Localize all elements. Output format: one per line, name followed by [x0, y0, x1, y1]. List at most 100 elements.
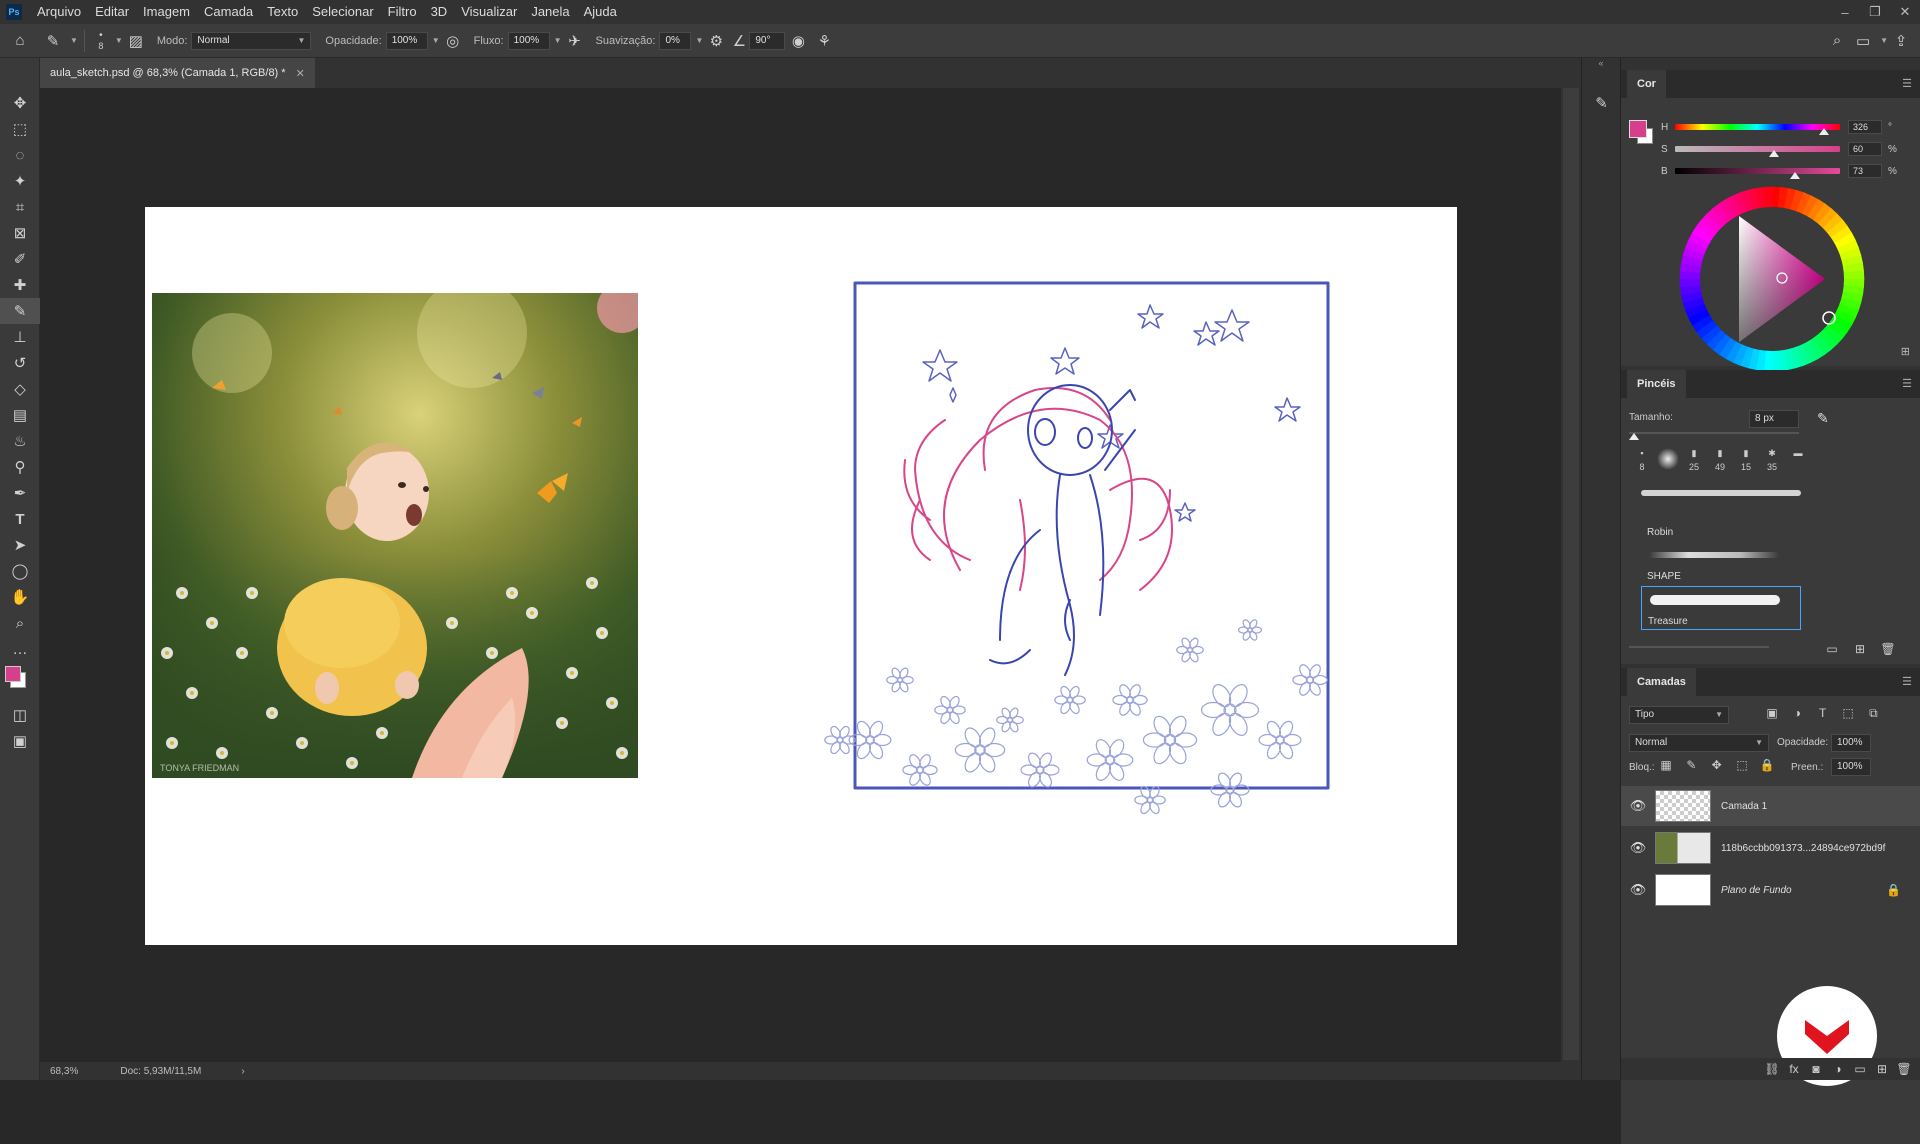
brush-tip[interactable]: ▬ — [1785, 448, 1811, 488]
gear-icon[interactable]: ⚙ — [703, 28, 729, 54]
magic-wand-tool-icon[interactable]: ✦ — [0, 168, 40, 194]
menu-janela[interactable]: Janela — [524, 0, 576, 24]
visibility-eye-icon[interactable]: 👁 — [1621, 840, 1655, 856]
angle-field[interactable]: 90° — [749, 31, 786, 50]
link-layers-icon[interactable]: ⛓ — [1761, 1062, 1783, 1076]
brush-tip[interactable]: ▮ 25 — [1681, 448, 1707, 488]
restore-button[interactable]: ❐ — [1860, 0, 1890, 24]
smoothing-field[interactable]: 0% — [659, 31, 692, 50]
menu-arquivo[interactable]: Arquivo — [30, 0, 88, 24]
chevron-down-icon[interactable]: ▼ — [115, 36, 123, 45]
mode-select[interactable]: Normal ▼ — [191, 31, 312, 50]
brush-list-scrollbar[interactable] — [1908, 488, 1916, 618]
new-brush-icon[interactable]: ✎ — [1817, 410, 1829, 427]
stamp-tool-icon[interactable]: ⊥ — [0, 324, 40, 350]
close-button[interactable]: ✕ — [1890, 0, 1920, 24]
layer-style-icon[interactable]: fx — [1783, 1062, 1805, 1076]
slider-thumb[interactable] — [1629, 433, 1639, 440]
brush-tool-icon[interactable]: ✎ — [0, 298, 40, 324]
color-panel-tab[interactable]: Cor — [1627, 70, 1666, 98]
workspace-icon[interactable]: ▭ — [1850, 28, 1876, 54]
layers-panel-tab[interactable]: Camadas — [1627, 668, 1696, 696]
brush-tip[interactable]: ▮ 15 — [1733, 448, 1759, 488]
home-icon[interactable]: ⌂ — [0, 28, 40, 54]
expand-icon[interactable]: ⊞ — [1901, 345, 1910, 358]
saturation-value[interactable]: 60 — [1848, 142, 1882, 156]
group-icon[interactable]: ▭ — [1849, 1062, 1871, 1076]
brush-size-picker[interactable]: • 8 — [91, 30, 111, 51]
lock-artboard-icon[interactable]: ⬚ — [1731, 758, 1753, 772]
screen-mode-icon[interactable]: ▣ — [0, 728, 40, 754]
gradient-tool-icon[interactable]: ▤ — [0, 402, 40, 428]
lock-all-icon[interactable]: 🔒 — [1756, 758, 1778, 772]
shape-filter-icon[interactable]: ⬚ — [1837, 706, 1859, 720]
menu-selecionar[interactable]: Selecionar — [305, 0, 380, 24]
foreground-color-swatch[interactable] — [1629, 120, 1647, 138]
color-wheel[interactable] — [1679, 186, 1865, 372]
lasso-tool-icon[interactable]: ◌ — [0, 142, 40, 168]
status-menu-arrow[interactable]: › — [241, 1066, 244, 1077]
menu-editar[interactable]: Editar — [88, 0, 136, 24]
share-icon[interactable]: ⇪ — [1888, 28, 1914, 54]
add-mask-icon[interactable]: ◙ — [1805, 1062, 1827, 1076]
ellipse-tool-icon[interactable]: ◯ — [0, 558, 40, 584]
panel-menu-icon[interactable]: ☰ — [1902, 77, 1912, 90]
panel-menu-icon[interactable]: ☰ — [1902, 377, 1912, 390]
opacity-field[interactable]: 100% — [385, 31, 428, 50]
symmetry-icon[interactable]: ⚘ — [811, 28, 837, 54]
hue-slider[interactable] — [1675, 124, 1840, 135]
blur-tool-icon[interactable]: ♨ — [0, 428, 40, 454]
pen-tool-icon[interactable]: ✒ — [0, 480, 40, 506]
chevron-down-icon[interactable]: ▼ — [70, 36, 78, 45]
zoom-level[interactable]: 68,3% — [50, 1066, 78, 1077]
layer-filter-select[interactable]: Tipo ▼ — [1629, 706, 1729, 724]
brush-tip-soft[interactable] — [1655, 448, 1681, 488]
visibility-eye-icon[interactable]: 👁 — [1621, 798, 1655, 814]
eraser-tool-icon[interactable]: ◇ — [0, 376, 40, 402]
menu-ajuda[interactable]: Ajuda — [577, 0, 624, 24]
layer-row-background[interactable]: 👁 Plano de Fundo 🔒 — [1621, 870, 1920, 910]
search-icon[interactable]: ⌕ — [1824, 28, 1850, 54]
lock-transparency-icon[interactable]: ▦ — [1655, 758, 1677, 772]
scrollbar-thumb[interactable] — [1563, 88, 1579, 1060]
slider-thumb[interactable] — [1790, 172, 1801, 179]
smart-object-filter-icon[interactable]: ⧉ — [1862, 706, 1884, 721]
adjustment-filter-icon[interactable]: ◑ — [1786, 706, 1808, 720]
close-tab-icon[interactable]: ✕ — [296, 67, 305, 80]
brush-size-slider[interactable] — [1629, 432, 1799, 434]
chevron-down-icon[interactable]: ▼ — [1880, 36, 1888, 45]
brush-size-field[interactable]: 8 px — [1749, 410, 1799, 428]
adjustment-layer-icon[interactable]: ◑ — [1827, 1062, 1849, 1076]
more-tools-icon[interactable]: … — [0, 636, 40, 662]
history-brush-tool-icon[interactable]: ↺ — [0, 350, 40, 376]
move-tool-icon[interactable]: ✥ — [0, 90, 40, 116]
brush-settings-panel-icon[interactable]: ✎ — [1582, 88, 1621, 118]
brush-settings-icon[interactable]: ▨ — [123, 28, 149, 54]
menu-texto[interactable]: Texto — [260, 0, 305, 24]
chevron-down-icon[interactable]: ▼ — [695, 36, 703, 45]
chevron-down-icon[interactable]: ▼ — [432, 36, 440, 45]
menu-3d[interactable]: 3D — [424, 0, 455, 24]
flow-field[interactable]: 100% — [507, 31, 550, 50]
minimize-button[interactable]: – — [1830, 0, 1860, 24]
brush-tip[interactable]: ✱ 35 — [1759, 448, 1785, 488]
pressure-opacity-icon[interactable]: ◎ — [440, 28, 466, 54]
pressure-size-icon[interactable]: ◉ — [785, 28, 811, 54]
type-tool-icon[interactable]: T — [0, 506, 40, 532]
chevron-down-icon[interactable]: ▼ — [554, 36, 562, 45]
menu-visualizar[interactable]: Visualizar — [454, 0, 524, 24]
slider-thumb[interactable] — [1769, 150, 1779, 157]
trash-icon[interactable]: 🗑 — [1877, 642, 1899, 656]
collapse-arrows-icon[interactable]: « — [1582, 58, 1620, 68]
dodge-tool-icon[interactable]: ⚲ — [0, 454, 40, 480]
airbrush-icon[interactable]: ✈ — [562, 28, 588, 54]
hand-tool-icon[interactable]: ✋ — [0, 584, 40, 610]
menu-imagem[interactable]: Imagem — [136, 0, 197, 24]
lock-pixels-icon[interactable]: ✎ — [1680, 758, 1702, 772]
brush-tip[interactable]: ▮ 49 — [1707, 448, 1733, 488]
document-tab[interactable]: aula_sketch.psd @ 68,3% (Camada 1, RGB/8… — [40, 58, 315, 88]
brush-item-treasure[interactable]: Treasure — [1641, 586, 1801, 630]
layer-opacity-field[interactable]: 100% — [1831, 734, 1871, 752]
image-filter-icon[interactable]: ▣ — [1761, 706, 1783, 720]
brush-item-robin[interactable]: Robin — [1641, 496, 1801, 540]
